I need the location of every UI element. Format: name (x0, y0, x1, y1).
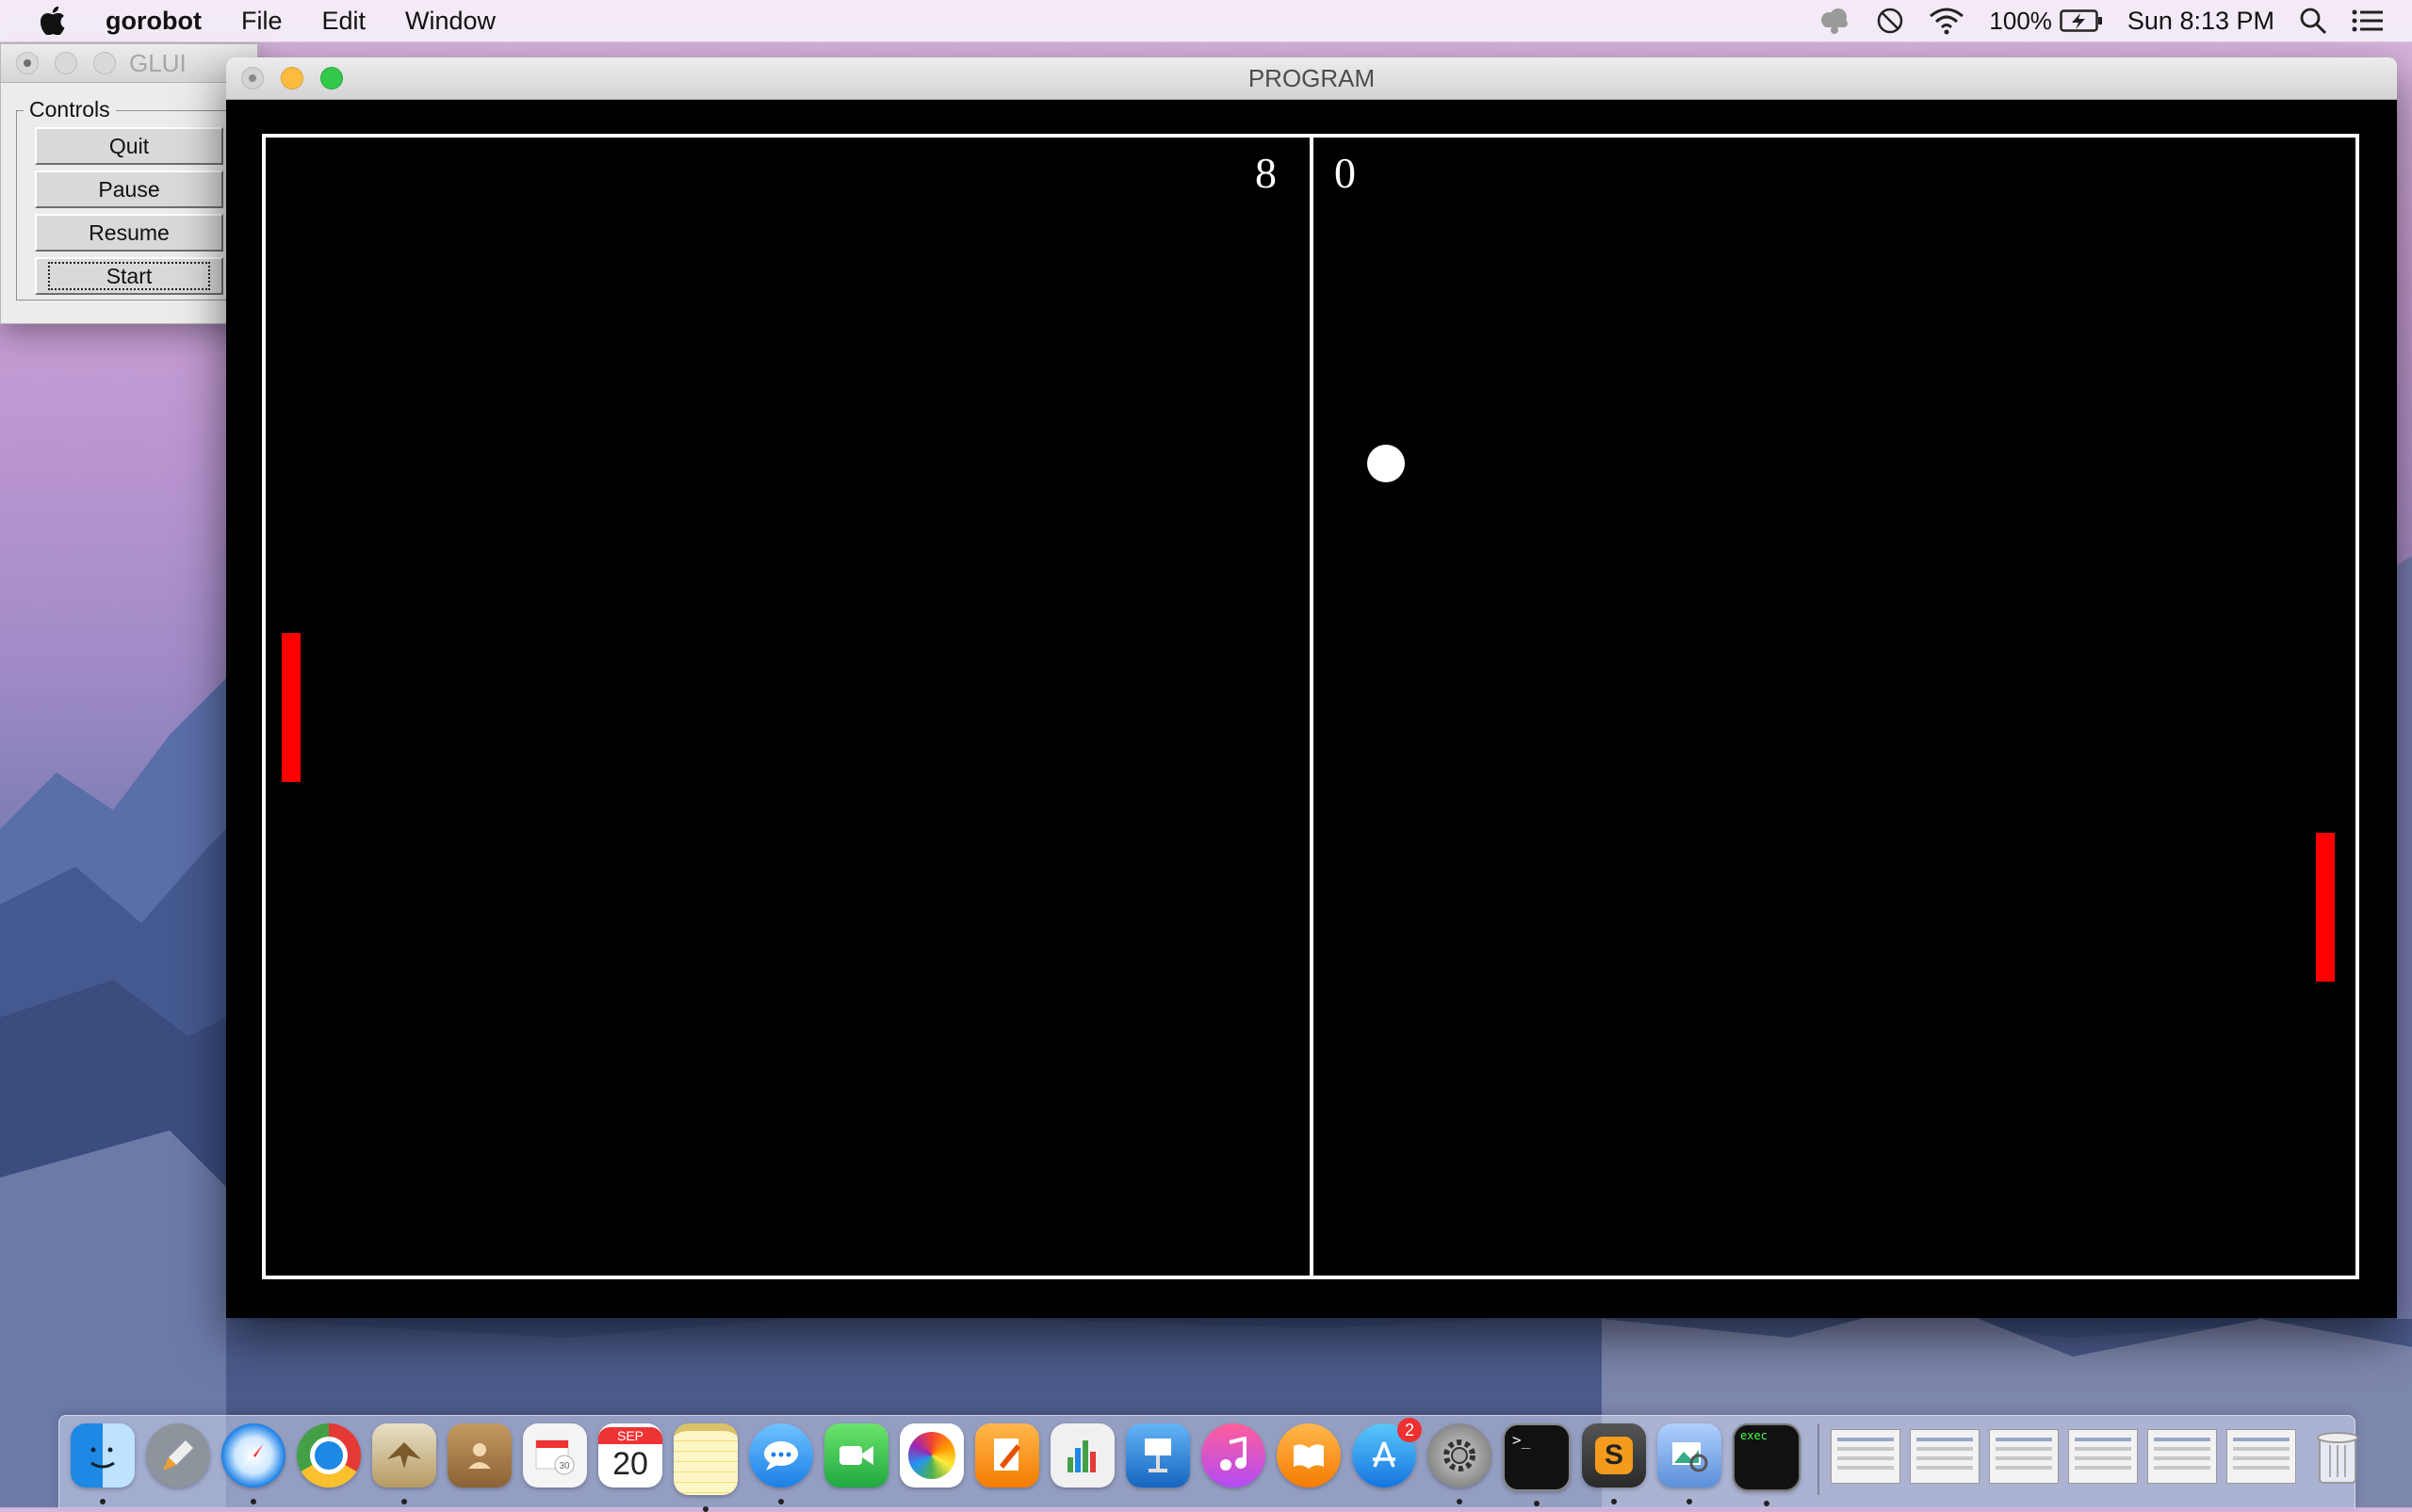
left-score: 8 (1255, 149, 1277, 197)
contacts-icon[interactable] (448, 1423, 512, 1488)
running-indicator (1764, 1501, 1769, 1506)
program-titlebar[interactable]: PROGRAM (226, 57, 2397, 100)
right-paddle (2316, 833, 2335, 982)
system-preferences-icon[interactable] (1427, 1423, 1491, 1504)
dock: 30 SEP 20 2 >_ S exec (58, 1415, 2358, 1512)
minimized-window-thumbnail[interactable] (1910, 1429, 1980, 1484)
running-indicator (1611, 1499, 1617, 1504)
calendar-month: SEP (598, 1427, 662, 1444)
exec-label: exec (1740, 1429, 1768, 1442)
downloads-stack[interactable] (2226, 1429, 2296, 1484)
app-store-badge: 2 (1397, 1418, 1422, 1442)
glui-minimize-button[interactable] (55, 52, 77, 74)
photos-icon[interactable] (900, 1423, 964, 1488)
trash-icon[interactable] (2306, 1423, 2370, 1488)
preview-icon[interactable] (1657, 1423, 1721, 1504)
glui-close-button[interactable] (16, 52, 39, 74)
center-line (1310, 138, 1313, 1276)
menu-edit[interactable]: Edit (302, 0, 385, 41)
quit-button[interactable]: Quit (35, 127, 223, 165)
itunes-icon[interactable] (1201, 1423, 1265, 1488)
notes-icon[interactable] (674, 1423, 738, 1512)
glui-window: GLUI Controls Quit Pause Resume Start (0, 43, 262, 324)
program-title: PROGRAM (1247, 64, 1376, 92)
battery-percentage: 100% (1989, 6, 2052, 35)
pause-button-label: Pause (98, 177, 160, 202)
glui-titlebar[interactable]: GLUI (1, 44, 257, 83)
ibooks-icon[interactable] (1277, 1423, 1341, 1488)
resume-button-label: Resume (89, 220, 170, 245)
clock[interactable]: Sun 8:13 PM (2127, 7, 2274, 36)
running-indicator (251, 1499, 256, 1504)
running-indicator (401, 1499, 407, 1504)
keynote-icon[interactable] (1126, 1423, 1190, 1488)
facetime-icon[interactable] (824, 1423, 888, 1488)
pages-icon[interactable] (975, 1423, 1039, 1488)
running-indicator (1687, 1499, 1692, 1504)
do-not-disturb-icon[interactable] (1876, 7, 1904, 35)
quit-button-label: Quit (108, 134, 150, 158)
controls-panel-label: Controls (24, 97, 116, 122)
minimized-window-thumbnail[interactable] (1831, 1429, 1900, 1484)
safari-icon[interactable] (221, 1423, 285, 1504)
exec-icon[interactable]: exec (1733, 1423, 1801, 1506)
running-indicator (1457, 1499, 1462, 1504)
app-store-icon[interactable]: 2 (1352, 1418, 1422, 1488)
finder-icon[interactable] (71, 1423, 135, 1504)
left-paddle (282, 633, 301, 782)
running-indicator (100, 1499, 106, 1504)
spotlight-search-icon[interactable] (2299, 7, 2327, 35)
notification-center-icon[interactable] (2352, 8, 2384, 33)
status-area: 100% Sun 8:13 PM (1793, 0, 2412, 41)
pong-ball (1367, 445, 1405, 482)
mail-icon[interactable] (372, 1423, 436, 1504)
dock-separator (1817, 1423, 1819, 1495)
glui-zoom-button[interactable] (93, 52, 116, 74)
calendar-reminders-icon[interactable]: 30 (523, 1423, 587, 1488)
program-window: PROGRAM 8 0 (226, 57, 2397, 1318)
apple-logo-icon[interactable] (26, 0, 79, 41)
numbers-icon[interactable] (1051, 1423, 1115, 1488)
calendar-day: 20 (612, 1446, 648, 1482)
resume-button[interactable]: Resume (35, 214, 223, 252)
chrome-icon[interactable] (297, 1423, 361, 1488)
menu-app-name[interactable]: gorobot (79, 0, 221, 41)
right-score: 0 (1334, 149, 1356, 197)
minimized-window-thumbnail[interactable] (2068, 1429, 2138, 1484)
battery-charging-icon[interactable] (2060, 8, 2103, 33)
menu-window[interactable]: Window (385, 0, 515, 41)
terminal-prompt-icon: >_ (1512, 1431, 1531, 1449)
launchpad-icon[interactable] (146, 1423, 210, 1488)
glui-title: GLUI (129, 49, 187, 77)
messages-icon[interactable] (749, 1423, 813, 1504)
svg-text:30: 30 (559, 1461, 570, 1471)
menu-bar: gorobot File Edit Window 100% Sun 8:13 P… (0, 0, 2412, 42)
running-indicator (778, 1499, 784, 1504)
pause-button[interactable]: Pause (35, 171, 223, 208)
minimized-window-thumbnail[interactable] (2147, 1429, 2217, 1484)
minimized-window-thumbnail[interactable] (1989, 1429, 2059, 1484)
terminal-icon[interactable]: >_ (1503, 1423, 1571, 1506)
sublime-text-icon[interactable]: S (1582, 1423, 1646, 1504)
start-button-label: Start (47, 262, 211, 290)
running-indicator (1534, 1501, 1540, 1506)
pong-court: 8 0 (262, 134, 2359, 1279)
creative-cloud-icon[interactable] (1817, 7, 1851, 35)
menu-file[interactable]: File (221, 0, 302, 41)
start-button[interactable]: Start (35, 257, 223, 295)
wifi-icon[interactable] (1929, 7, 1964, 35)
calendar-icon[interactable]: SEP 20 (598, 1423, 662, 1488)
